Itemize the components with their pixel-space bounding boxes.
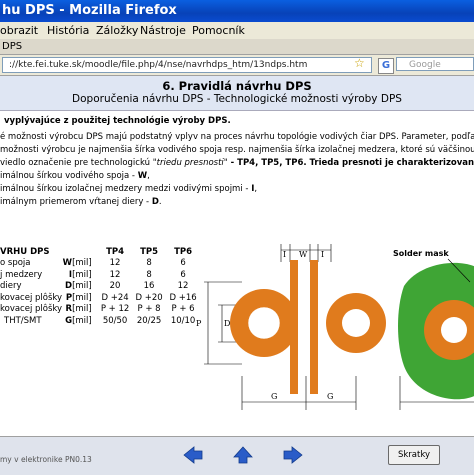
navigation-toolbar: ://kte.fei.tuke.sk/moodle/file.php/4/nse… [0, 55, 474, 76]
home-up-icon[interactable] [232, 445, 254, 465]
pcb-dimension-diagram: I W I P D G G Solder mask [196, 244, 474, 410]
tab-label[interactable]: DPS [2, 39, 22, 54]
trace-shape [310, 260, 318, 394]
tab-strip: DPS [0, 39, 474, 55]
dim-label-i: I [283, 250, 286, 259]
next-page-icon[interactable] [282, 445, 304, 465]
url-input[interactable]: ://kte.fei.tuke.sk/moodle/file.php/4/nse… [2, 57, 372, 73]
window-title: hu DPS - Mozilla Firefox [2, 3, 177, 18]
drill-hole-shape [247, 306, 281, 340]
menu-bar: obrazit História Záložky Nástroje Pomocn… [0, 22, 474, 40]
trace-shape [290, 260, 298, 394]
menu-item-bookmarks[interactable]: Záložky [96, 22, 138, 39]
search-input[interactable]: Google [396, 57, 474, 71]
previous-page-icon[interactable] [182, 445, 204, 465]
dim-label-i: I [321, 250, 324, 259]
menu-item-view[interactable]: obrazit [0, 22, 38, 39]
menu-item-tools[interactable]: Nástroje [140, 22, 186, 39]
google-icon[interactable]: G [378, 58, 394, 74]
dim-label-g: G [327, 392, 333, 401]
dim-label-d: D [224, 319, 230, 328]
page-footer: my v elektronike PN0.13 Skratky [0, 436, 474, 475]
dim-label-g: G [271, 392, 277, 401]
bookmark-star-icon[interactable]: ☆ [354, 56, 365, 70]
window-titlebar: hu DPS - Mozilla Firefox [0, 0, 474, 22]
dim-label-p: P [196, 319, 202, 328]
drill-hole-shape [441, 317, 467, 343]
menu-item-history[interactable]: História [47, 22, 89, 39]
page-content: 6. Pravidlá návrhu DPS Doporučenia návrh… [0, 76, 474, 436]
solder-mask-label: Solder mask [393, 249, 449, 258]
abbreviations-button[interactable]: Skratky [388, 445, 440, 465]
menu-item-help[interactable]: Pomocník [192, 22, 245, 39]
footer-text: my v elektronike PN0.13 [0, 455, 92, 464]
drill-hole-shape [342, 309, 370, 337]
dim-label-w: W [299, 250, 308, 259]
